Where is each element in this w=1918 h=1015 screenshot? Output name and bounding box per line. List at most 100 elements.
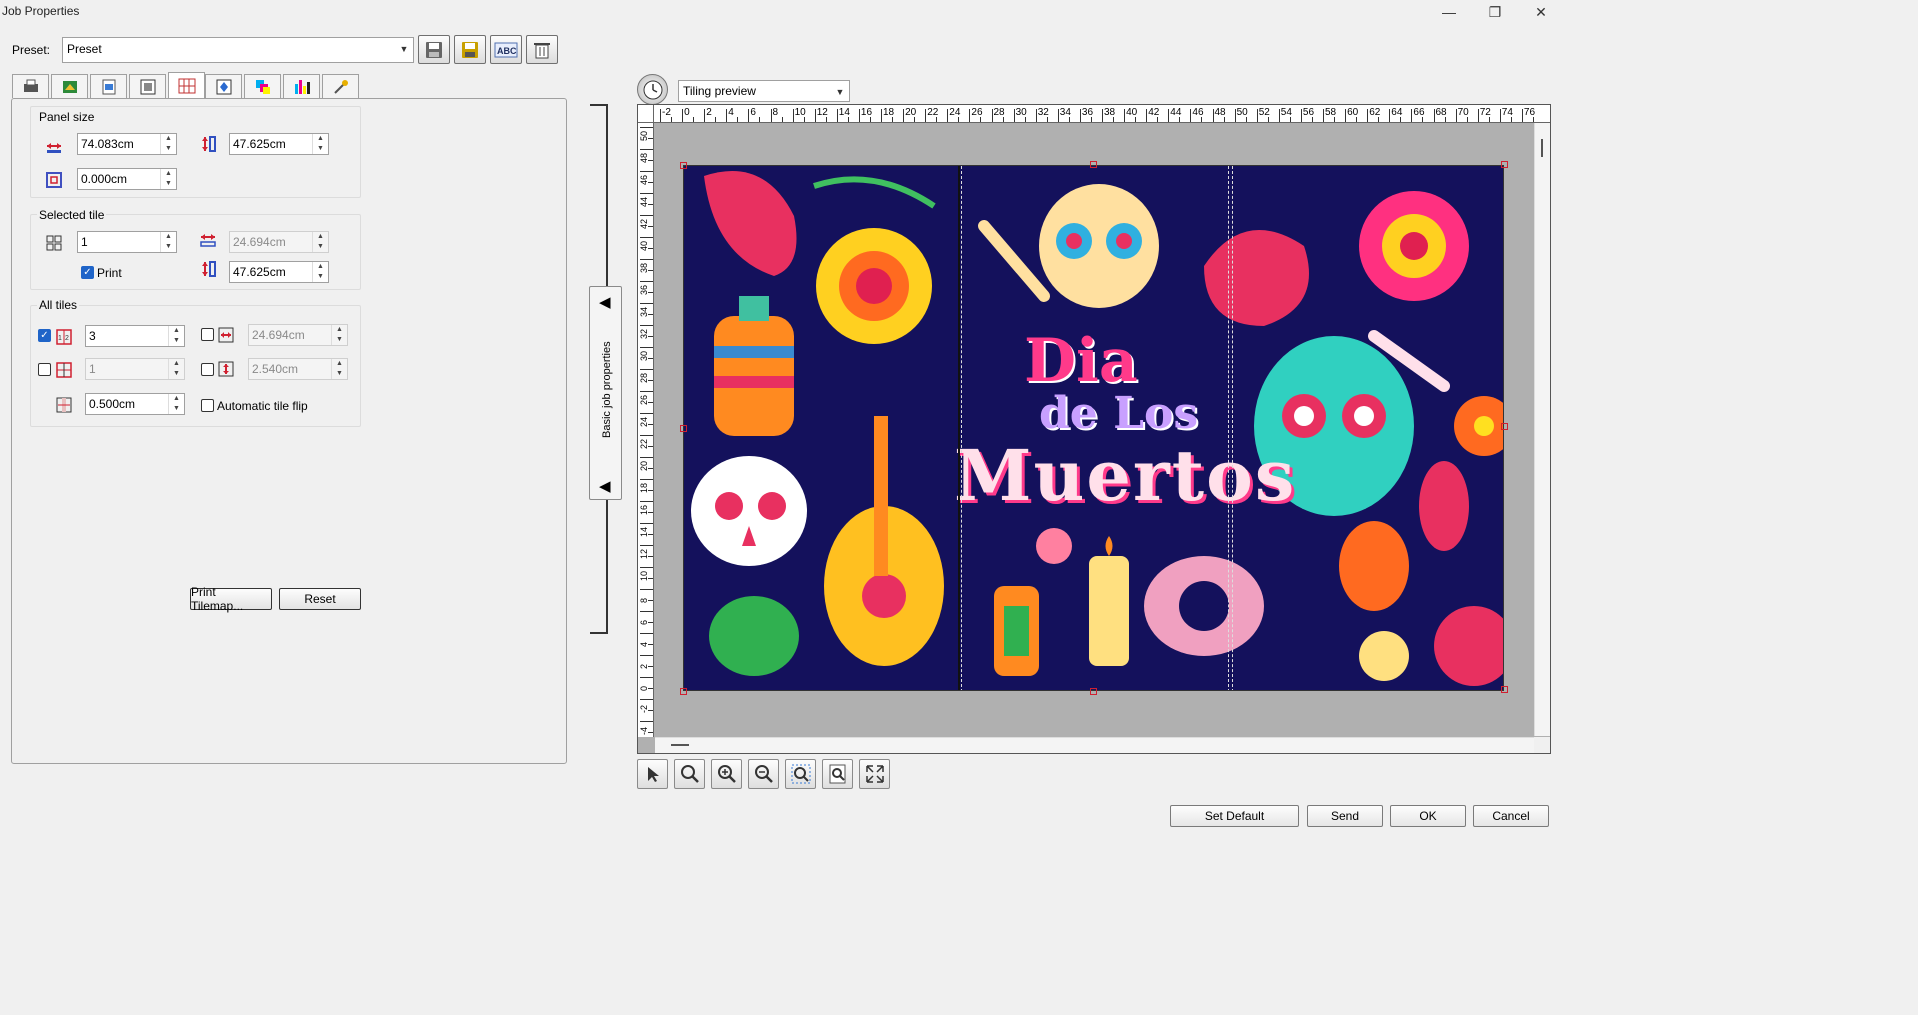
send-button[interactable]: Send xyxy=(1307,805,1383,827)
minimize-button[interactable]: — xyxy=(1426,0,1472,24)
preset-select[interactable]: Preset ▼ xyxy=(62,37,414,63)
handle-top-middle[interactable] xyxy=(1090,161,1097,168)
overlap-input[interactable]: 0.500cm ▲ ▼ xyxy=(85,393,185,415)
ruler-h-label: 64 xyxy=(1391,107,1403,118)
ruler-h-label: 40 xyxy=(1126,107,1138,118)
auto-flip-checkbox[interactable] xyxy=(201,399,214,412)
tab-ink[interactable] xyxy=(283,74,320,98)
handle-top-right[interactable] xyxy=(1501,161,1508,168)
preview-mode-select[interactable]: Tiling preview ▼ xyxy=(678,80,850,102)
delete-preset-button[interactable] xyxy=(526,35,558,64)
panel-height-input[interactable]: 47.625cm ▲ ▼ xyxy=(229,133,329,155)
collapse-arrow-icon[interactable]: ◀ xyxy=(599,293,611,311)
zoom-selection-button[interactable] xyxy=(785,759,816,789)
cancel-button[interactable]: Cancel xyxy=(1473,805,1549,827)
zoom-out-icon xyxy=(754,765,773,783)
tile-divider-2[interactable] xyxy=(1232,166,1233,690)
panel-offset-input[interactable]: 0.000cm ▲ ▼ xyxy=(77,168,177,190)
tile-width-all-checkbox[interactable] xyxy=(201,328,214,341)
tab-general[interactable] xyxy=(12,74,49,98)
set-default-button[interactable]: Set Default xyxy=(1170,805,1299,827)
vertical-scrollbar[interactable] xyxy=(1534,123,1550,736)
tile-divider-1[interactable] xyxy=(958,166,960,690)
columns-input[interactable]: 3 ▲ ▼ xyxy=(85,325,185,347)
ruler-v-tick xyxy=(640,457,653,458)
ruler-h-label: 16 xyxy=(860,107,873,118)
rows-input[interactable]: 1 ▲ ▼ xyxy=(85,358,185,380)
tile-width-input[interactable]: 24.694cm ▲ ▼ xyxy=(229,231,329,253)
horizontal-scrollbar[interactable] xyxy=(655,737,1534,753)
tile-width-all-input[interactable]: 24.694cm ▲ ▼ xyxy=(248,324,348,346)
overlap-icon xyxy=(54,395,74,415)
panel-width-input[interactable]: 74.083cm ▲ ▼ xyxy=(77,133,177,155)
color-icon xyxy=(62,80,77,93)
selected-tile-input[interactable]: 1 ▲ ▼ xyxy=(77,231,177,253)
ruler-v-label: 14 xyxy=(639,526,649,537)
ruler-h-label: 4 xyxy=(728,107,734,118)
ruler-h-tick xyxy=(770,109,772,122)
ruler-v-label: 24 xyxy=(639,416,649,427)
handle-middle-right[interactable] xyxy=(1501,423,1508,430)
print-tilemap-button[interactable]: Print Tilemap... xyxy=(190,585,272,613)
basic-job-properties-tab[interactable]: ◀ Basic job properties ◀ xyxy=(589,286,622,500)
zoom-page-button[interactable] xyxy=(822,759,853,789)
reset-button[interactable]: Reset xyxy=(279,588,361,610)
rename-preset-button[interactable]: ABC xyxy=(490,35,522,64)
tile-height-all-checkbox[interactable] xyxy=(201,363,214,376)
ruler-h-tick xyxy=(881,109,882,122)
svg-text:2: 2 xyxy=(65,335,69,342)
expand-icon xyxy=(865,765,884,783)
tab-marks[interactable] xyxy=(205,74,242,98)
ruler-h-tick xyxy=(748,109,750,122)
ruler-h-tick xyxy=(1212,109,1214,122)
ruler-h-label: 46 xyxy=(1192,107,1204,118)
tab-effects[interactable] xyxy=(322,74,359,98)
artwork-preview[interactable]: Dia de Los Muertos xyxy=(683,165,1504,691)
close-button[interactable]: ✕ xyxy=(1518,0,1564,24)
ruler-v-tick xyxy=(640,193,653,194)
ruler-v-tick xyxy=(640,655,653,656)
tab-tiling[interactable] xyxy=(168,72,205,99)
tile-height-all-input[interactable]: 2.540cm ▲ ▼ xyxy=(248,358,348,380)
window-title: Job Properties xyxy=(2,4,80,18)
ruler-v-tick xyxy=(640,259,653,260)
fit-to-window-button[interactable] xyxy=(859,759,890,789)
ruler-h-label: 76 xyxy=(1523,107,1536,118)
handle-middle-left[interactable] xyxy=(680,425,687,432)
tile-overlap-2 xyxy=(1228,166,1229,690)
ruler-h-tick xyxy=(1345,109,1347,122)
ok-button[interactable]: OK xyxy=(1390,805,1466,827)
zoom-in-button[interactable] xyxy=(711,759,742,789)
ruler-v-label: 10 xyxy=(639,570,649,581)
tab-color[interactable] xyxy=(51,74,88,98)
save-as-preset-button[interactable] xyxy=(454,35,486,64)
columns-checkbox[interactable]: ✓ xyxy=(38,329,51,342)
print-checkbox[interactable]: ✓ xyxy=(81,266,94,279)
tile-height-input[interactable]: 47.625cm ▲ ▼ xyxy=(229,261,329,283)
rows-checkbox[interactable] xyxy=(38,363,51,376)
handle-bottom-right[interactable] xyxy=(1501,686,1508,693)
ruler-v-label: 28 xyxy=(639,372,649,383)
tab-layout[interactable] xyxy=(129,74,166,98)
clock-icon[interactable] xyxy=(637,74,668,105)
ruler-h-label: 56 xyxy=(1302,107,1315,118)
ruler-h-tick xyxy=(1035,109,1037,122)
tab-separations[interactable] xyxy=(244,74,281,98)
ruler-h-label: 10 xyxy=(794,107,806,118)
restore-button[interactable]: ❐ xyxy=(1472,0,1518,24)
tab-media[interactable] xyxy=(90,74,127,98)
zoom-out-button[interactable] xyxy=(748,759,779,789)
zoom-tool-button[interactable] xyxy=(674,759,705,789)
ruler-h-minor-tick xyxy=(759,117,761,122)
ruler-v-tick xyxy=(640,413,653,414)
handle-top-left[interactable] xyxy=(680,162,687,169)
save-preset-button[interactable] xyxy=(418,35,450,64)
collapse-arrow-bottom-icon[interactable]: ◀ xyxy=(599,477,611,495)
handle-bottom-middle[interactable] xyxy=(1090,688,1097,695)
ruler-v-tick xyxy=(640,391,653,392)
ruler-h-label: 58 xyxy=(1325,107,1337,118)
select-tool-button[interactable] xyxy=(637,759,668,789)
ruler-h-label: 48 xyxy=(1214,107,1226,118)
handle-bottom-left[interactable] xyxy=(680,688,687,695)
ruler-v-label: 20 xyxy=(639,460,649,471)
